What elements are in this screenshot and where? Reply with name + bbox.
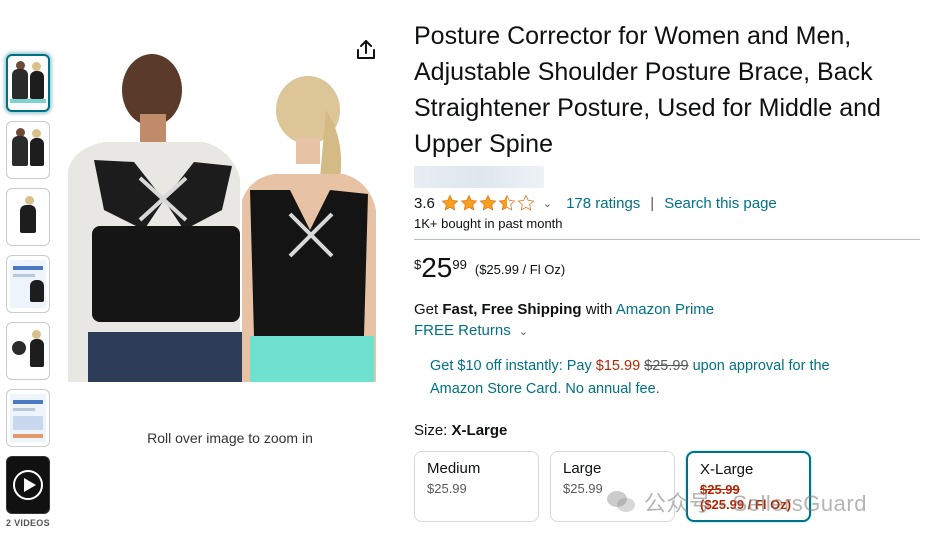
chevron-down-icon[interactable]: ⌄ bbox=[543, 197, 552, 210]
size-name: Medium bbox=[427, 460, 481, 477]
shipping-info: Get Fast, Free Shipping with Amazon Prim… bbox=[414, 301, 920, 318]
thumbnail-image bbox=[10, 260, 46, 308]
store-link-blurred[interactable] bbox=[414, 166, 544, 188]
thumbnail-strip: 2 VIDEOS bbox=[6, 54, 52, 528]
unit-price: ($25.99 / Fl Oz) bbox=[474, 262, 566, 277]
store-card-offer[interactable]: Get $10 off instantly: Pay $15.99 $25.99… bbox=[430, 355, 870, 401]
rating-value: 3.6 bbox=[414, 194, 435, 212]
thumbnail-1[interactable] bbox=[6, 54, 50, 112]
bought-count: 1K+ bought in past month bbox=[414, 216, 563, 231]
thumbnail-image bbox=[10, 394, 46, 442]
size-name: Large bbox=[563, 460, 602, 477]
free-returns-link[interactable]: FREE Returns bbox=[414, 322, 511, 339]
video-thumbnail[interactable] bbox=[6, 456, 50, 514]
price-fraction: 99 bbox=[452, 257, 467, 272]
shipping-fast: Fast, Free Shipping bbox=[442, 301, 582, 318]
free-returns[interactable]: FREE Returns ⌄ bbox=[414, 322, 920, 339]
product-title: Posture Corrector for Women and Men, Adj… bbox=[414, 22, 881, 158]
search-this-page-link[interactable]: Search this page bbox=[664, 195, 777, 212]
thumbnail-image bbox=[10, 327, 46, 375]
thumbnail-image bbox=[10, 59, 46, 107]
amazon-prime-link[interactable]: Amazon Prime bbox=[616, 301, 714, 318]
thumbnail-4[interactable] bbox=[6, 255, 50, 313]
divider bbox=[414, 239, 920, 240]
thumbnail-image bbox=[10, 126, 46, 174]
zoom-hint: Roll over image to zoom in bbox=[147, 430, 313, 446]
share-icon[interactable] bbox=[354, 38, 378, 62]
price-whole: 25 bbox=[421, 252, 453, 283]
price: $ 25 99 ($25.99 / Fl Oz) bbox=[414, 253, 920, 283]
star-rating[interactable] bbox=[441, 194, 537, 212]
thumbnail-2[interactable] bbox=[6, 121, 50, 179]
play-icon bbox=[13, 470, 43, 500]
price-currency: $ bbox=[414, 257, 422, 272]
size-label: Size: X-Large bbox=[414, 422, 920, 439]
watermark-text: 公众号 · SellersGuard bbox=[644, 491, 867, 516]
size-label-text: Size: bbox=[414, 422, 448, 439]
product-details: Posture Corrector for Women and Men, Adj… bbox=[414, 18, 920, 522]
thumbnail-5[interactable] bbox=[6, 322, 50, 380]
shipping-get: Get bbox=[414, 301, 439, 318]
offer-text: Get $10 off instantly: Pay bbox=[430, 358, 592, 374]
ratings-count-link[interactable]: 178 ratings bbox=[566, 195, 640, 212]
rating-row: 3.6 ⌄ 178 ratings | Search this page bbox=[414, 194, 920, 212]
shipping-with: with bbox=[585, 301, 613, 318]
offer-old-price: $25.99 bbox=[644, 358, 689, 374]
chevron-down-icon[interactable]: ⌄ bbox=[519, 326, 528, 338]
wechat-icon bbox=[607, 491, 635, 512]
thumbnail-6[interactable] bbox=[6, 389, 50, 447]
thumbnail-3[interactable] bbox=[6, 188, 50, 246]
separator: | bbox=[650, 194, 655, 212]
watermark: 公众号 · SellersGuard bbox=[606, 486, 867, 518]
thumbnail-image bbox=[10, 193, 46, 241]
size-selected: X-Large bbox=[451, 422, 508, 439]
offer-new-price: $15.99 bbox=[595, 358, 641, 374]
size-price: $25.99 bbox=[427, 481, 467, 496]
videos-count-label: 2 VIDEOS bbox=[6, 518, 50, 528]
main-product-image[interactable] bbox=[64, 50, 378, 382]
size-name: X-Large bbox=[700, 461, 754, 478]
size-option-medium[interactable]: Medium $25.99 bbox=[414, 451, 539, 522]
